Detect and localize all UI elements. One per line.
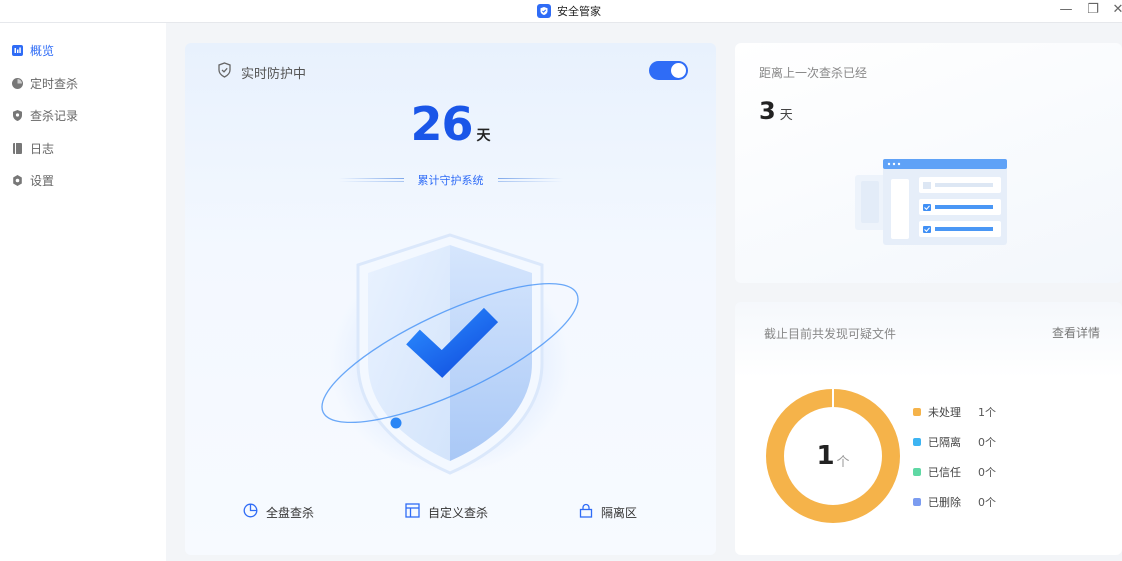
donut-center-total: 1个 xyxy=(765,388,901,524)
shield-check-icon xyxy=(217,62,232,82)
sidebar-item-label: 定时查杀 xyxy=(30,76,79,91)
sidebar-item-overview[interactable]: 概览 xyxy=(12,40,54,60)
legend-item-deleted: 已删除 0个 xyxy=(913,494,996,510)
view-details-link[interactable]: 查看详情 xyxy=(1052,324,1100,341)
sidebar-item-label: 日志 xyxy=(30,141,55,156)
protected-days: 26 天 xyxy=(185,97,716,151)
legend-dot xyxy=(913,438,921,446)
close-icon[interactable]: ✕ xyxy=(1110,2,1122,18)
protected-days-value: 26 xyxy=(410,97,473,151)
sidebar-item-logs[interactable]: 日志 xyxy=(12,138,54,158)
protection-card: 实时防护中 26 天 累计守护系统 全盘查杀 自定义查杀 隔离区 xyxy=(185,43,716,555)
app-title-text: 安全管家 xyxy=(557,5,601,18)
legend-label: 已信任 xyxy=(928,466,961,479)
legend-count: 0个 xyxy=(978,496,996,509)
sidebar-item-scheduled-scan[interactable]: 定时查杀 xyxy=(12,73,78,93)
legend-item-trusted: 已信任 0个 xyxy=(913,464,996,480)
chart-bar-icon xyxy=(12,44,23,56)
files-total-unit: 个 xyxy=(836,454,850,470)
app-title: 安全管家 xyxy=(537,0,601,22)
pie-scan-icon xyxy=(243,503,258,521)
legend-item-quarantined: 已隔离 0个 xyxy=(913,434,996,450)
full-scan-button[interactable]: 全盘查杀 xyxy=(243,503,314,521)
decor-lines-left xyxy=(338,177,404,183)
layout-panel-icon xyxy=(405,503,420,521)
sidebar-item-label: 概览 xyxy=(30,43,55,58)
legend-label: 已删除 xyxy=(928,496,961,509)
checklist-illustration-icon xyxy=(855,159,1007,245)
gear-icon xyxy=(12,174,23,186)
last-scan-days: 3 天 xyxy=(759,97,793,125)
title-bar: 安全管家 — ❐ ✕ xyxy=(0,0,1122,23)
sidebar-item-label: 设置 xyxy=(30,173,55,188)
protected-days-caption: 累计守护系统 xyxy=(185,172,716,188)
clock-pie-icon xyxy=(12,77,23,89)
last-scan-card: 距离上一次查杀已经 3 天 xyxy=(735,43,1122,283)
quarantine-button[interactable]: 隔离区 xyxy=(579,503,637,521)
log-book-icon xyxy=(12,142,23,154)
toggle-knob xyxy=(671,63,686,78)
legend-label: 未处理 xyxy=(928,406,961,419)
custom-scan-button[interactable]: 自定义查杀 xyxy=(405,503,488,521)
legend-dot xyxy=(913,408,921,416)
last-scan-days-value: 3 xyxy=(759,97,776,125)
sidebar-item-scan-records[interactable]: 查杀记录 xyxy=(12,105,78,125)
minimize-icon[interactable]: — xyxy=(1058,2,1074,18)
suspicious-files-card: 截止目前共发现可疑文件 查看详情 1个 未处理 1个 已隔离 0个 已信任 0个… xyxy=(735,302,1122,555)
legend-count: 1个 xyxy=(978,406,996,419)
realtime-protection-toggle[interactable] xyxy=(649,61,688,80)
lock-icon xyxy=(579,503,593,521)
decor-lines-right xyxy=(497,177,563,183)
protected-days-unit: 天 xyxy=(476,128,491,144)
files-total-value: 1 xyxy=(816,441,835,471)
shield-illustration-icon xyxy=(321,233,579,475)
legend-item-unprocessed: 未处理 1个 xyxy=(913,404,996,420)
app-logo-icon xyxy=(537,4,551,18)
restore-icon[interactable]: ❐ xyxy=(1085,2,1101,18)
legend-count: 0个 xyxy=(978,466,996,479)
sidebar-item-settings[interactable]: 设置 xyxy=(12,170,54,190)
sidebar: 概览 定时查杀 查杀记录 日志 设置 xyxy=(0,23,166,561)
legend-dot xyxy=(913,498,921,506)
shield-record-icon xyxy=(12,109,23,121)
sidebar-item-label: 查杀记录 xyxy=(30,108,79,123)
last-scan-title: 距离上一次查杀已经 xyxy=(759,66,868,80)
legend-count: 0个 xyxy=(978,436,996,449)
last-scan-days-unit: 天 xyxy=(779,108,793,123)
legend-dot xyxy=(913,468,921,476)
legend-label: 已隔离 xyxy=(928,436,961,449)
suspicious-files-title: 截止目前共发现可疑文件 xyxy=(764,327,897,341)
realtime-protection-label: 实时防护中 xyxy=(217,62,306,82)
